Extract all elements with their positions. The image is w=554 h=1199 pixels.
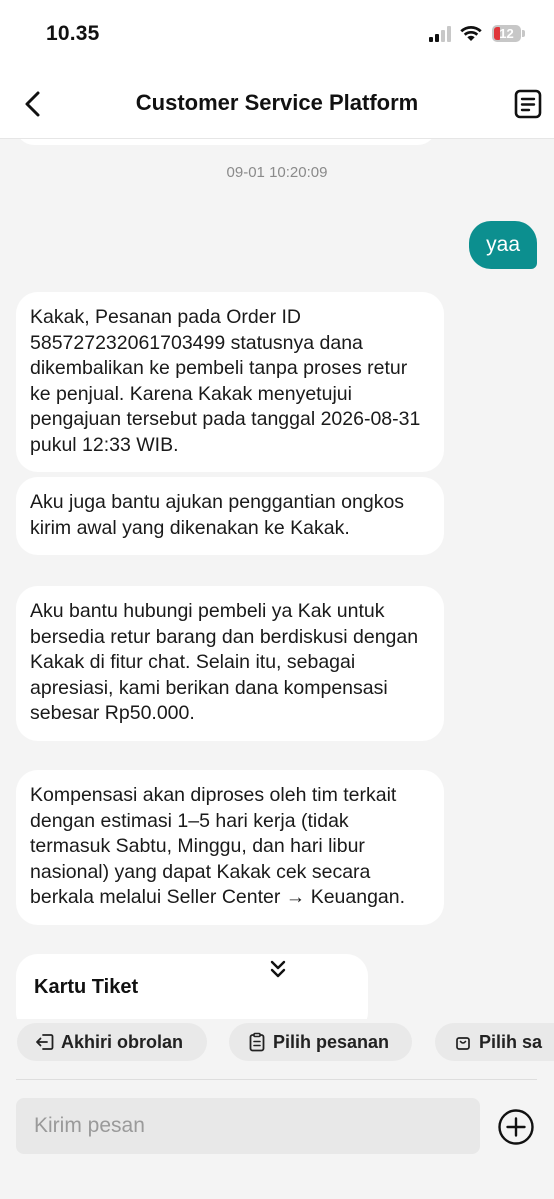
chat-thread[interactable]: 09-01 10:20:09 yaa Kakak, Pesanan pada O… [0, 139, 554, 1019]
wifi-icon [460, 26, 482, 41]
bag-icon [456, 1037, 470, 1050]
battery-level: 12 [499, 26, 514, 41]
previous-message-bubble [16, 139, 436, 145]
agent-message-bubble[interactable]: Aku bantu hubungi pembeli ya Kak untuk b… [16, 586, 444, 741]
agent-message-bubble[interactable]: Aku juga bantu ajukan penggantian ongkos… [16, 477, 444, 555]
clipboard-icon [249, 1032, 265, 1052]
document-list-icon[interactable] [513, 88, 543, 120]
app-header: Customer Service Platform [0, 70, 554, 139]
battery-icon: 12 [492, 25, 526, 43]
exit-icon [36, 1034, 54, 1050]
add-attachment-icon[interactable] [497, 1108, 535, 1146]
chip-label: Pilih pesanan [273, 1032, 390, 1052]
message-input[interactable] [16, 1098, 480, 1154]
scroll-down-icon[interactable] [266, 957, 290, 983]
end-chat-chip[interactable]: Akhiri obrolan [17, 1023, 207, 1061]
ticket-card-title: Kartu Tiket [34, 976, 139, 998]
agent-message-bubble[interactable]: Kompensasi akan diproses oleh tim terkai… [16, 770, 444, 925]
agent-message-bubble[interactable]: Kakak, Pesanan pada Order ID 58572723206… [16, 292, 444, 472]
chip-label: Pilih sa [479, 1032, 543, 1052]
status-time: 10.35 [46, 22, 100, 45]
page-title: Customer Service Platform [135, 90, 419, 115]
chip-label: Akhiri obrolan [61, 1032, 184, 1052]
my-message-bubble[interactable]: yaa [469, 221, 537, 269]
ticket-card[interactable]: Kartu Tiket [16, 954, 368, 1019]
composer-divider [16, 1079, 537, 1080]
message-timestamp: 09-01 10:20:09 [226, 164, 328, 181]
select-order-chip[interactable]: Pilih pesanan [229, 1023, 412, 1061]
status-bar: 10.35 12 [0, 0, 554, 70]
quick-actions-bar: Akhiri obrolan Pilih pesanan Pilih sa [0, 1019, 554, 1067]
cellular-signal-icon [429, 26, 451, 42]
select-product-chip[interactable]: Pilih sa [435, 1023, 554, 1061]
